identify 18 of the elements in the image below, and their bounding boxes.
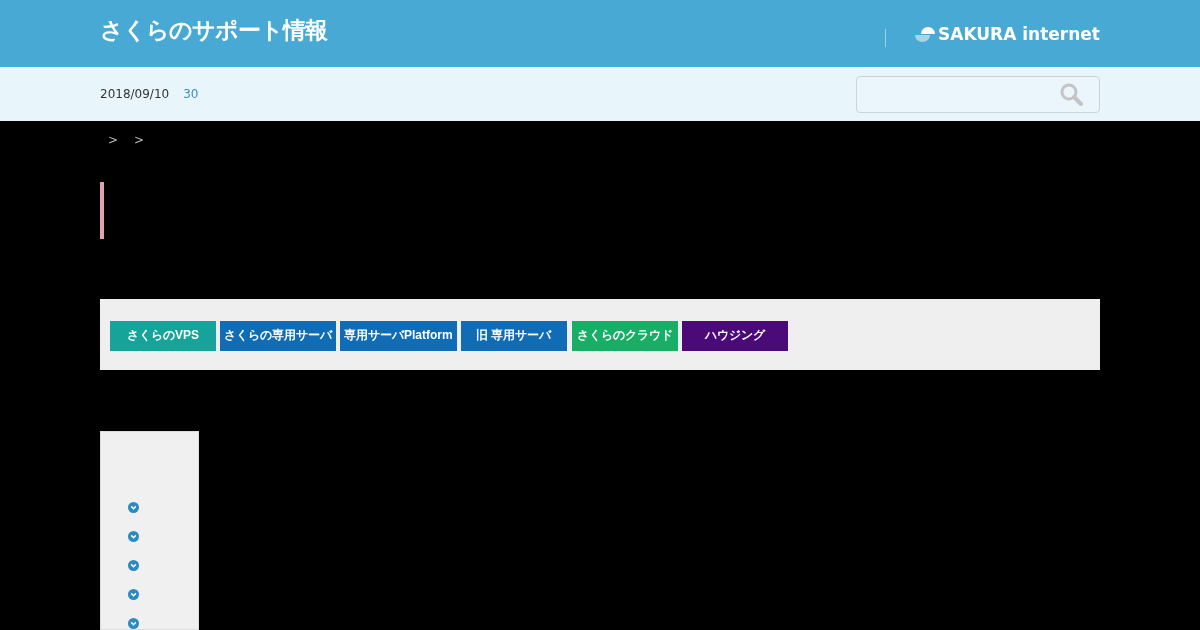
chevron-down-icon <box>127 589 140 600</box>
service-link[interactable]: さくらの専用サーバ <box>220 320 336 351</box>
service-link[interactable]: さくらのクラウド <box>571 320 678 351</box>
service-link[interactable]: 専用サーバPlatform <box>340 320 457 351</box>
count-text: 30 <box>183 87 199 101</box>
search-icon <box>1059 82 1083 106</box>
chevron-down-icon <box>127 502 140 513</box>
service-link[interactable]: さくらのVPS <box>110 320 216 351</box>
search-field[interactable] <box>856 75 1100 113</box>
chevron-down-icon <box>127 560 140 571</box>
chevron-down-icon <box>127 618 140 629</box>
service-link[interactable]: 旧 専用サーバ <box>460 320 567 351</box>
breadcrumb-separator: > <box>108 133 119 149</box>
service-link[interactable]: ハウジング <box>681 320 788 351</box>
chevron-down-icon <box>127 531 140 542</box>
date-text: 2018/09/10 <box>100 87 170 101</box>
title-accent-bar <box>100 182 104 239</box>
breadcrumb-separator: > <box>134 133 145 149</box>
